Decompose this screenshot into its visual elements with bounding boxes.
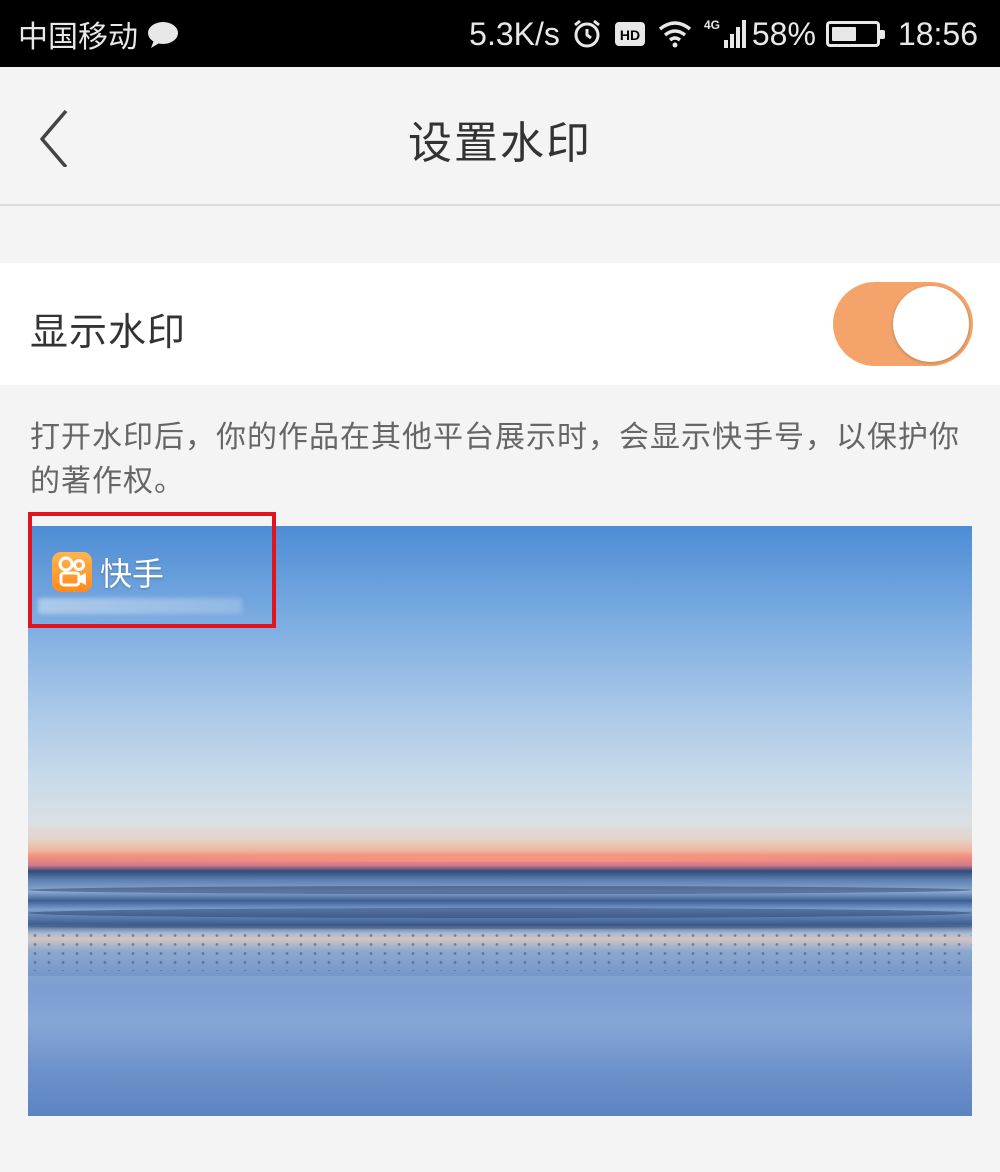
watermark-toggle[interactable] <box>833 282 973 366</box>
setting-label: 显示水印 <box>30 310 187 354</box>
message-bubble-icon <box>146 20 180 48</box>
network-speed: 5.3K/s <box>469 15 560 52</box>
wet-sand <box>28 976 972 1116</box>
page-title: 设置水印 <box>408 118 592 169</box>
hd-icon: HD <box>614 20 646 48</box>
highlight-box <box>28 512 276 628</box>
status-left: 中国移动 <box>18 14 180 55</box>
clock: 18:56 <box>897 15 978 52</box>
wifi-icon <box>658 20 692 48</box>
signal-icon: 4G <box>704 18 748 50</box>
status-right: 5.3K/s HD 4G 58% 18:56 <box>469 12 978 56</box>
wave-line <box>28 924 972 929</box>
status-bar: 中国移动 5.3K/s HD 4G 58% 18:56 <box>0 0 1000 67</box>
battery-fill <box>831 27 856 41</box>
toggle-knob <box>893 286 969 362</box>
battery-nub <box>879 30 885 39</box>
battery-percent: 58% <box>751 15 816 52</box>
horizon-glow <box>28 856 972 862</box>
setting-description: 打开水印后，你的作品在其他平台展示时，会显示快手号，以保护你的著作权。 <box>30 420 960 499</box>
network-type: 4G <box>704 18 720 32</box>
svg-text:HD: HD <box>620 27 640 43</box>
wave-line <box>28 908 972 918</box>
battery-icon <box>825 21 885 47</box>
carrier-name: 中国移动 <box>18 20 138 55</box>
wave-line <box>28 886 972 894</box>
alarm-icon <box>572 18 602 50</box>
nav-bar: 设置水印 <box>0 67 1000 206</box>
beach-pebbles <box>28 931 972 971</box>
